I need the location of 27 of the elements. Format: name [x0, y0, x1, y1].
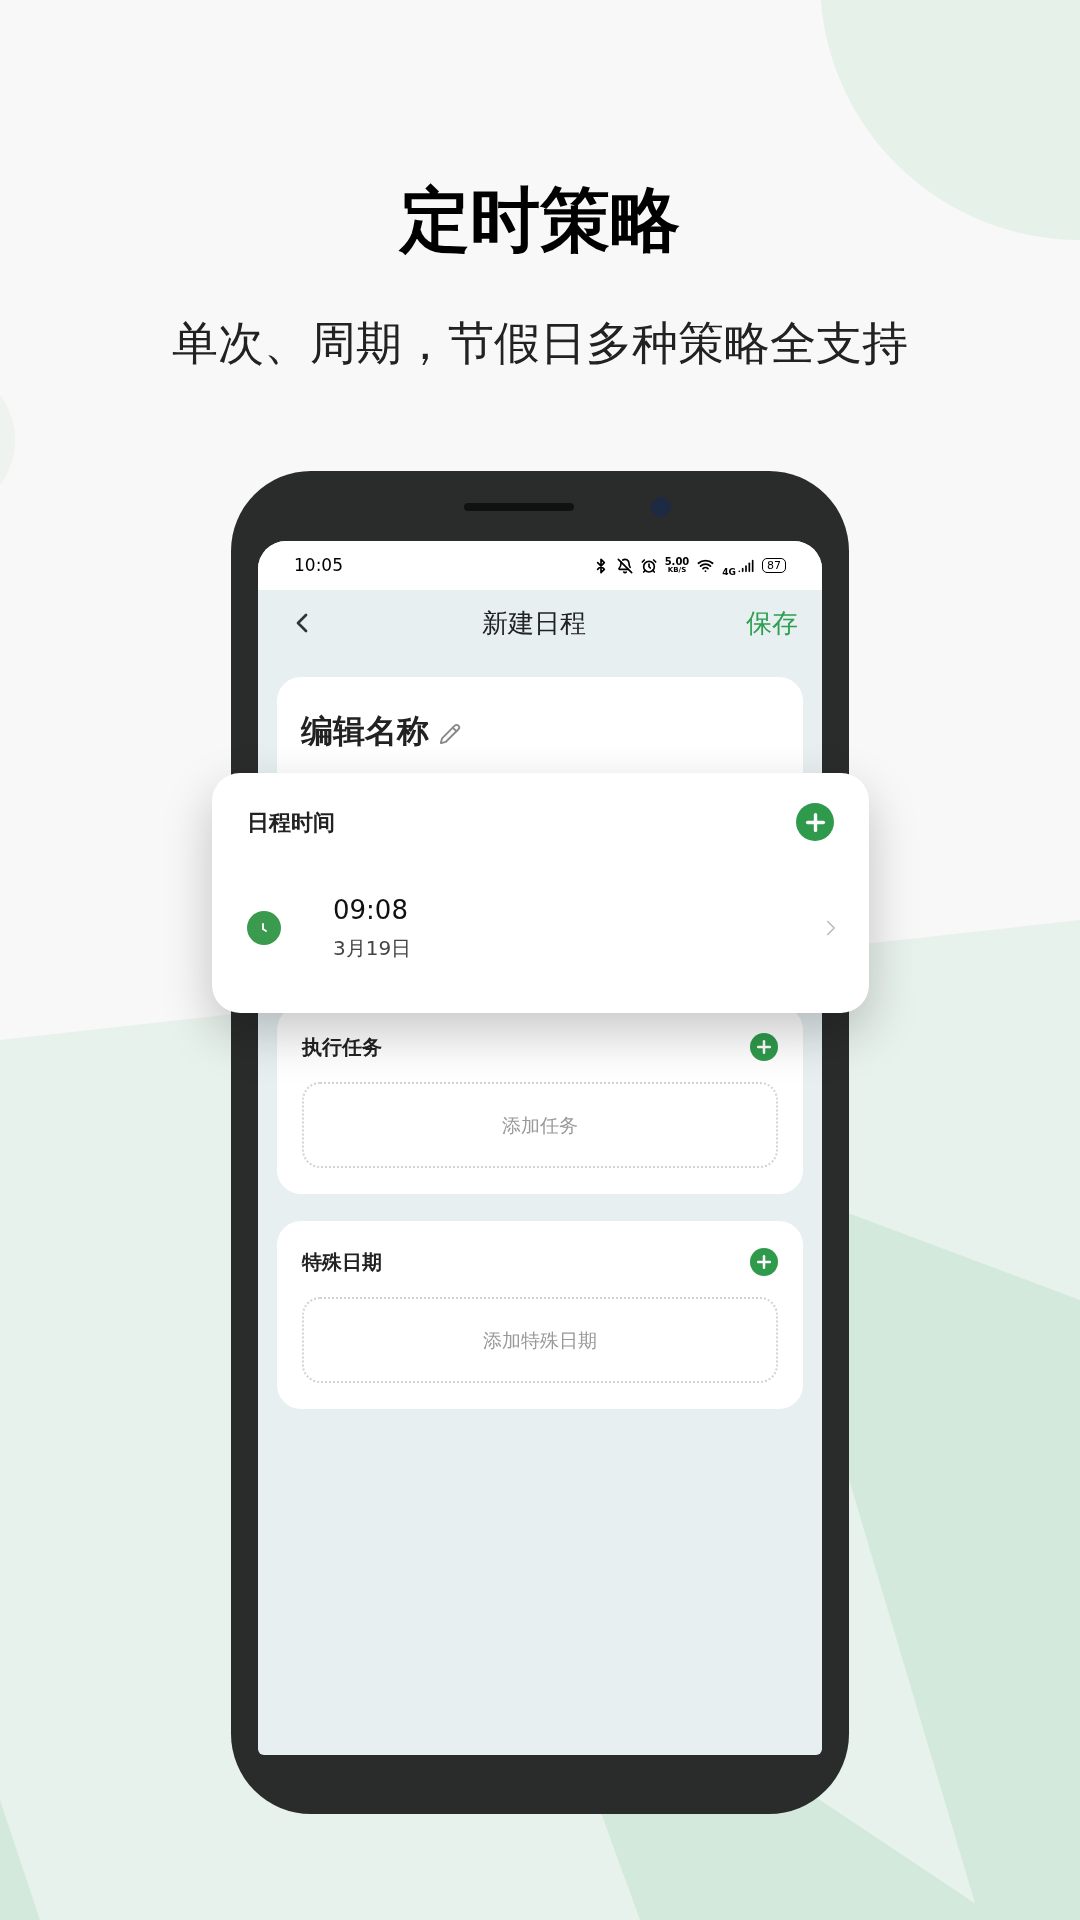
alarm-icon	[640, 557, 657, 574]
add-icon[interactable]	[796, 803, 834, 841]
signal-icon	[738, 557, 754, 574]
page-title: 新建日程	[481, 606, 587, 640]
promo-title: 定时策略	[400, 178, 680, 262]
schedule-entry[interactable]: 09:08 3月19日	[247, 893, 834, 963]
save-button[interactable]: 保存	[746, 603, 798, 643]
entry-date: 3月19日	[333, 935, 412, 962]
promo-subtitle: 单次、周期，节假日多种策略全支持	[172, 315, 908, 371]
add-item-area[interactable]: 添加特殊日期	[302, 1297, 778, 1383]
card-title: 日程时间	[247, 808, 335, 837]
battery-level: 87	[762, 558, 786, 573]
pencil-icon[interactable]	[439, 723, 461, 745]
bell-off-icon	[616, 557, 633, 574]
section-title: 执行任务	[302, 1034, 382, 1061]
section-title: 特殊日期	[302, 1249, 382, 1276]
add-item-area[interactable]: 添加任务	[302, 1082, 778, 1168]
phone-camera	[651, 497, 671, 517]
name-field[interactable]: 编辑名称	[301, 707, 429, 755]
wifi-icon	[697, 557, 715, 574]
network-type: 4G	[722, 568, 736, 577]
add-icon[interactable]	[750, 1033, 778, 1061]
entry-time: 09:08	[333, 894, 409, 927]
clock-icon	[247, 911, 281, 945]
add-icon[interactable]	[750, 1248, 778, 1276]
status-time: 10:05	[294, 553, 343, 577]
net-speed: 5.00	[664, 557, 690, 567]
